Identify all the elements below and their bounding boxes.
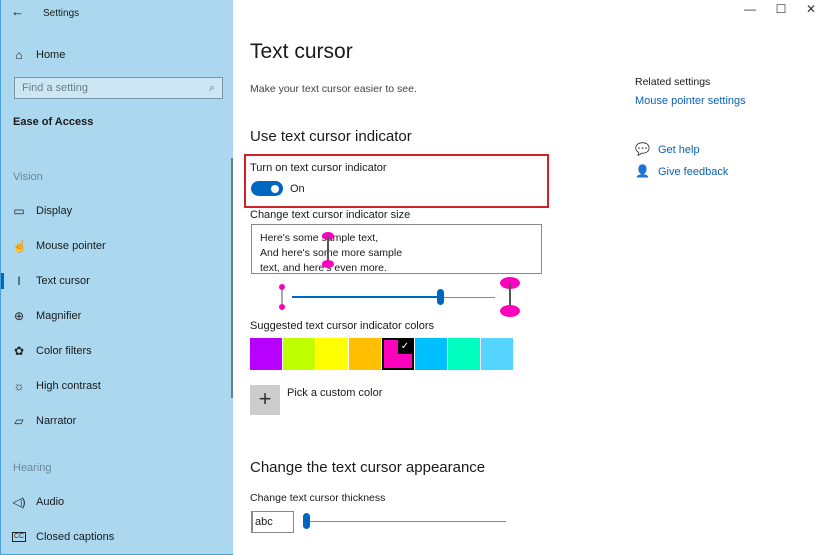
minimize-button[interactable]: — (738, 2, 762, 16)
maximize-button[interactable]: ☐ (769, 2, 793, 16)
magnifier-icon: ⊕ (13, 309, 25, 323)
page-title: Text cursor (250, 40, 353, 63)
monitor-icon: ▭ (13, 204, 25, 218)
close-button[interactable]: ✕ (799, 2, 823, 16)
text-cursor-icon: I (17, 274, 21, 288)
thickness-slider[interactable] (303, 513, 506, 529)
custom-color-label: Pick a custom color (287, 387, 383, 399)
back-button[interactable]: ← (11, 4, 24, 19)
give-feedback-link[interactable]: Give feedback (658, 166, 728, 178)
colors-label: Suggested text cursor indicator colors (250, 320, 435, 332)
help-icon: 💬 (635, 142, 650, 156)
sidebar-item-magnifier[interactable]: ⊕ Magnifier (1, 301, 231, 331)
search-input[interactable]: Find a setting ⌕ (14, 77, 223, 99)
selected-indicator (1, 273, 4, 289)
sidebar-item-home[interactable]: ⌂ Home (1, 40, 231, 70)
thickness-preview: abc (251, 511, 294, 533)
toggle-state: On (290, 183, 305, 195)
custom-color-button[interactable]: + (250, 385, 280, 415)
sidebar-item-mouse-pointer[interactable]: ☝ Mouse pointer (1, 231, 231, 261)
mouse-pointer-settings-link[interactable]: Mouse pointer settings (635, 95, 746, 107)
feedback-icon: 👤 (635, 164, 650, 178)
small-indicator-icon (279, 284, 285, 310)
sidebar-item-narrator[interactable]: ▱ Narrator (1, 406, 231, 436)
color-swatch[interactable] (481, 338, 513, 370)
sun-icon: ☼ (13, 379, 25, 393)
sidebar-item-text-cursor[interactable]: I Text cursor (1, 266, 231, 296)
search-icon: ⌕ (208, 81, 215, 94)
color-swatch[interactable] (448, 338, 480, 370)
thickness-label: Change text cursor thickness (250, 492, 386, 504)
color-swatch[interactable] (283, 338, 315, 370)
color-swatch[interactable] (316, 338, 348, 370)
section-hearing: Hearing (13, 462, 52, 474)
cursor-indicator-preview (322, 232, 334, 268)
sidebar: ← Settings ⌂ Home Find a setting ⌕ Ease o… (0, 0, 233, 555)
sample-line: And here's some more sample (260, 247, 403, 259)
sidebar-item-display[interactable]: ▭ Display (1, 196, 231, 226)
color-swatch[interactable] (349, 338, 381, 370)
related-heading: Related settings (635, 76, 711, 88)
indicator-heading: Use text cursor indicator (250, 128, 412, 145)
speaker-icon: ◁) (12, 495, 26, 509)
size-label: Change text cursor indicator size (250, 209, 411, 221)
color-swatch[interactable]: ✓ (382, 338, 414, 370)
sample-line: Here's some sample text, (260, 232, 379, 244)
mouse-pointer-icon: ☝ (12, 239, 27, 253)
toggle-label: Turn on text cursor indicator (250, 162, 387, 174)
narrator-icon: ▱ (14, 414, 24, 428)
section-vision: Vision (13, 171, 43, 183)
sidebar-item-high-contrast[interactable]: ☼ High contrast (1, 371, 231, 401)
sample-line: text, and here's even more. (260, 262, 387, 274)
home-icon: ⌂ (15, 48, 23, 62)
sidebar-item-closed-captions[interactable]: CC Closed captions (1, 522, 231, 552)
category-heading: Ease of Access (13, 116, 94, 128)
large-indicator-icon (500, 277, 520, 317)
appearance-heading: Change the text cursor appearance (250, 459, 486, 476)
app-title: Settings (43, 8, 80, 19)
thickness-slider-thumb[interactable] (303, 513, 310, 529)
get-help-link[interactable]: Get help (658, 144, 700, 156)
main-content: — ☐ ✕ Text cursor Make your text cursor … (233, 0, 827, 555)
sidebar-item-audio[interactable]: ◁) Audio (1, 487, 231, 517)
cc-icon: CC (12, 532, 26, 542)
indicator-toggle[interactable] (251, 181, 283, 196)
color-swatch[interactable] (415, 338, 447, 370)
size-slider-thumb[interactable] (437, 289, 445, 305)
sidebar-item-color-filters[interactable]: ✿ Color filters (1, 336, 231, 366)
size-slider[interactable] (292, 289, 495, 305)
sample-text-box: Here's some sample text, And here's some… (251, 224, 542, 274)
palette-icon: ✿ (13, 344, 25, 358)
check-icon: ✓ (398, 340, 412, 354)
color-swatch[interactable] (250, 338, 282, 370)
page-subtitle: Make your text cursor easier to see. (250, 83, 417, 95)
